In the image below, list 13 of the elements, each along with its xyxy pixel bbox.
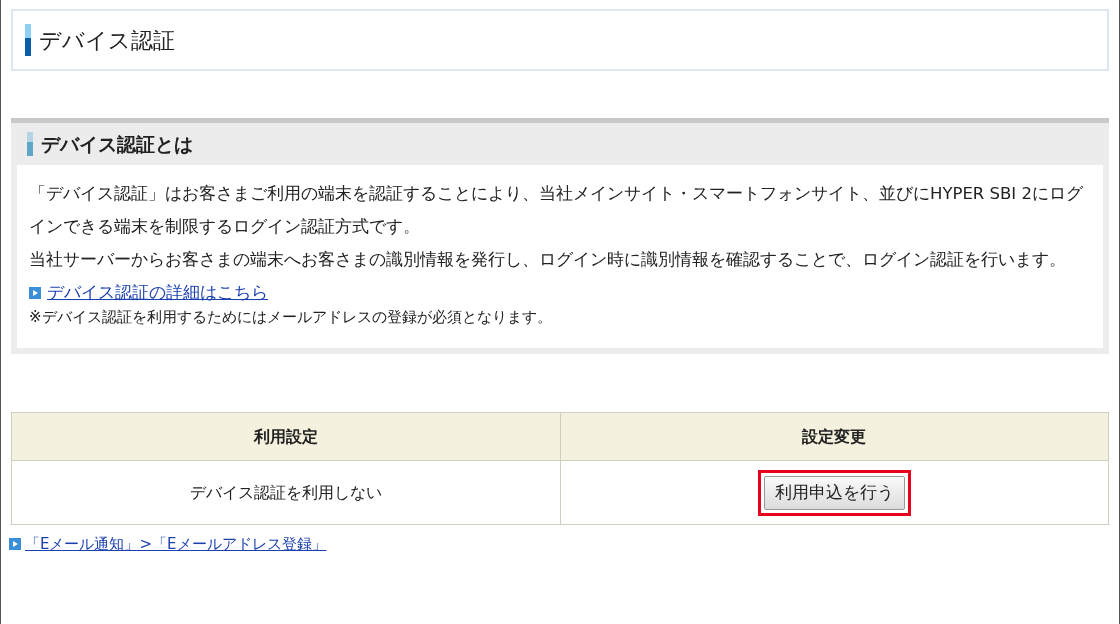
title-marker-icon [25, 24, 31, 56]
description-text: 当社サーバーからお客さまの端末へお客さまの識別情報を発行し、ログイン時に識別情報を確認することで、ログイン認証を行います。 [29, 249, 1067, 271]
details-link[interactable]: デバイス認証の詳細はこちら [47, 282, 268, 304]
description-text: 「デバイス認証」はお客さまご利用の端末を認証することにより、当社メインサイト・スマートフォンサイト、並びにHYPER SBI 2にログインできる端末を制限するログイン認証方式です。 [29, 183, 1084, 238]
note-text: ※デバイス認証を利用するためにはメールアドレスの登録が必須となります。 [29, 307, 553, 328]
email-settings-link[interactable]: 「Eメール通知」>「Eメールアドレス登録」 [25, 533, 327, 556]
column-header: 設定変更 [560, 412, 1109, 461]
page-title: デバイス認証 [39, 26, 175, 55]
table-cell: デバイス認証を利用しない [11, 460, 560, 525]
section-heading: デバイス認証とは [41, 131, 193, 157]
section-marker-icon [27, 132, 33, 156]
column-header: 利用設定 [11, 412, 560, 461]
apply-button[interactable]: 利用申込を行う [763, 475, 905, 510]
